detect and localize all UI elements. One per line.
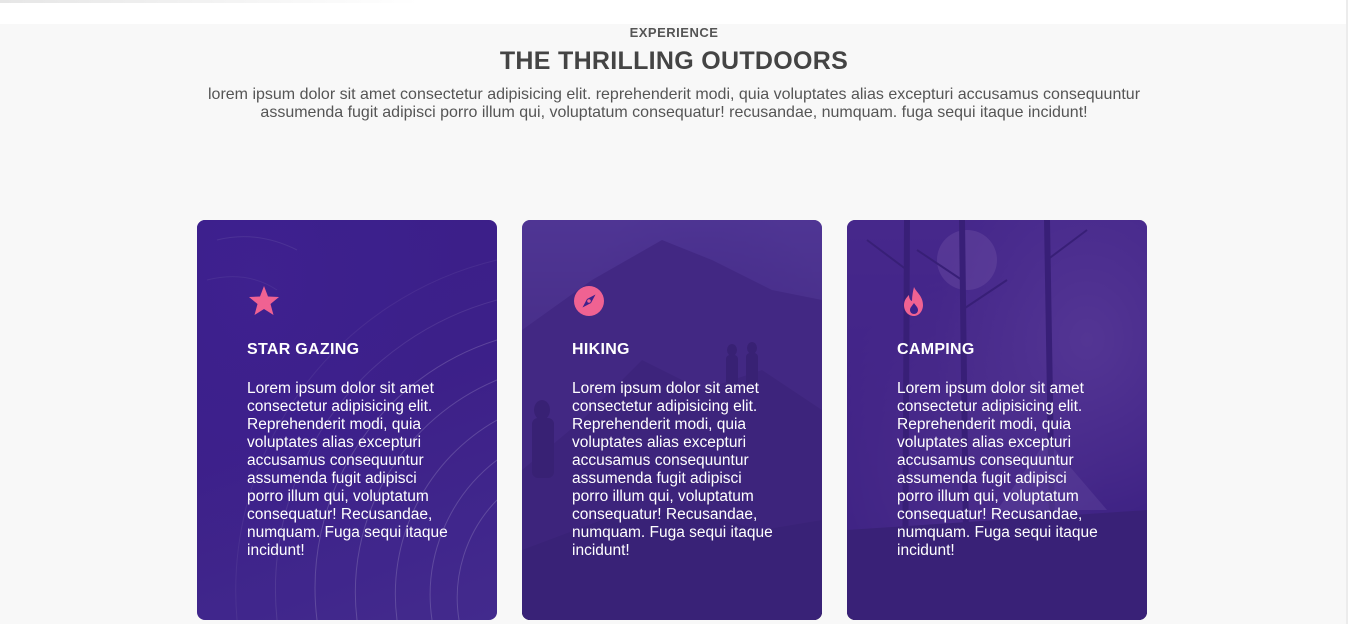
card-content: HIKING Lorem ipsum dolor sit amet consec…: [572, 284, 782, 560]
card-text: Lorem ipsum dolor sit amet consectetur a…: [897, 380, 1098, 559]
card-text: Lorem ipsum dolor sit amet consectetur a…: [572, 380, 773, 559]
section-header: EXPERIENCE THE THRILLING OUTDOORS lorem …: [0, 24, 1348, 122]
card-text: Lorem ipsum dolor sit amet consectetur a…: [247, 380, 448, 559]
card-hiking[interactable]: HIKING Lorem ipsum dolor sit amet consec…: [522, 220, 822, 620]
section-title: THE THRILLING OUTDOORS: [499, 47, 849, 75]
star-icon: [249, 286, 279, 315]
top-bar: [0, 0, 1348, 24]
section-lead: lorem ipsum dolor sit amet consectetur a…: [207, 86, 1141, 121]
card-content: STAR GAZING Lorem ipsum dolor sit amet c…: [247, 284, 457, 560]
card-content: CAMPING Lorem ipsum dolor sit amet conse…: [897, 284, 1107, 560]
card-star-gazing[interactable]: STAR GAZING Lorem ipsum dolor sit amet c…: [197, 220, 497, 620]
card-title: CAMPING: [897, 341, 975, 358]
card-title: HIKING: [572, 341, 630, 358]
card-title: STAR GAZING: [247, 341, 360, 358]
experience-cards: STAR GAZING Lorem ipsum dolor sit amet c…: [197, 220, 1147, 620]
compass-icon: [574, 286, 604, 316]
fire-icon: [904, 287, 923, 316]
card-camping[interactable]: CAMPING Lorem ipsum dolor sit amet conse…: [847, 220, 1147, 620]
section-eyebrow: EXPERIENCE: [629, 25, 719, 40]
